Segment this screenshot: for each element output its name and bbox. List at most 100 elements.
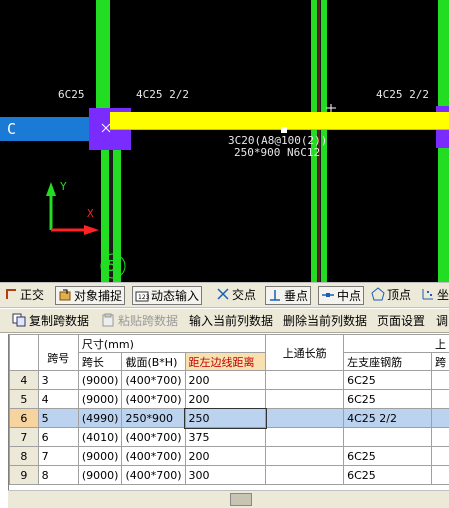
span-mid-cell[interactable] [431,447,449,466]
ortho-icon [4,287,18,301]
span-mid-cell[interactable] [431,371,449,390]
ucs-y-label: Y [60,180,67,193]
span-mid-cell[interactable] [431,428,449,447]
beam-yellow[interactable] [110,112,449,129]
header-span-mid[interactable]: 跨 [431,353,449,371]
table-row[interactable]: 76(4010)(400*700)375 [10,428,449,447]
span-length-cell[interactable]: (4010) [78,428,122,447]
left-support-cell[interactable] [344,428,432,447]
row-number-cell[interactable]: 8 [10,447,39,466]
row-number-cell[interactable]: 6 [10,409,39,428]
span-no-cell[interactable]: 6 [38,428,78,447]
header-section[interactable]: 截面(B*H) [122,353,185,371]
top-through-cell[interactable] [266,409,344,428]
span-mid-cell[interactable] [431,466,449,485]
section-cell[interactable]: (400*700) [122,371,185,390]
section-cell[interactable]: (400*700) [122,390,185,409]
midpoint-icon [321,288,335,302]
scrollbar-thumb[interactable] [230,493,252,506]
grid-action-toolbar: 复制跨数据 粘贴跨数据 输入当前列数据 删除当前列数据 页面设置 调 [0,309,449,333]
section-cell[interactable]: (400*700) [122,428,185,447]
edge-distance-cell[interactable]: 250 [185,409,266,428]
ortho-label: 正交 [20,288,44,302]
top-through-cell[interactable] [266,390,344,409]
object-snap-button[interactable]: 对象捕捉 [55,286,125,305]
ucs-x-label: X [87,207,94,220]
coordinate-button[interactable]: 坐 [421,286,449,305]
header-edge-distance[interactable]: 距左边线距离 [185,353,266,371]
row-number-cell[interactable]: 4 [10,371,39,390]
table-header-row-1: 跨号 尺寸(mm) 上通长筋 上 [10,335,449,353]
table-row[interactable]: 65(4990)250*900250 4C25 2/2 [10,409,449,428]
copy-span-data-label: 复制跨数据 [29,314,89,328]
left-support-cell[interactable]: 6C25 [344,371,432,390]
vertex-label: 顶点 [387,288,411,302]
horizontal-scrollbar[interactable] [8,490,449,508]
delete-column-data-button[interactable]: 删除当前列数据 [283,312,367,330]
dynamic-input-icon: 123 [135,288,149,302]
span-no-cell[interactable]: 3 [38,371,78,390]
header-span-length[interactable]: 跨长 [78,353,122,371]
left-support-cell[interactable]: 6C25 [344,390,432,409]
span-length-cell[interactable]: (9000) [78,447,122,466]
ortho-button[interactable]: 正交 [4,286,44,305]
rebar-label-left: 6C25 [58,88,85,101]
section-cell[interactable]: (400*700) [122,466,185,485]
cad-drawing-canvas[interactable]: 6C25 4C25 2/2 4C25 2/2 3C20(A8@100(2)) 2… [0,0,449,282]
adjust-button[interactable]: 调 [436,312,448,330]
span-mid-cell[interactable] [431,409,449,428]
input-column-data-button[interactable]: 输入当前列数据 [189,312,273,330]
span-length-cell[interactable]: (9000) [78,466,122,485]
top-through-cell[interactable] [266,371,344,390]
page-setup-button[interactable]: 页面设置 [377,312,425,330]
top-through-cell[interactable] [266,466,344,485]
adjust-label: 调 [436,314,448,328]
object-snap-icon [58,288,72,302]
span-no-cell[interactable]: 8 [38,466,78,485]
section-cell[interactable]: 250*900 [122,409,185,428]
header-left-support[interactable]: 左支座钢筋 [344,353,432,371]
left-support-cell[interactable]: 6C25 [344,466,432,485]
intersection-button[interactable]: 交点 [216,286,256,305]
object-snap-label: 对象捕捉 [74,289,122,303]
copy-span-data-button[interactable]: 复制跨数据 [12,312,89,330]
row-number-cell[interactable]: 5 [10,390,39,409]
table-row[interactable]: 87(9000)(400*700)200 6C25 [10,447,449,466]
edge-distance-cell[interactable]: 200 [185,390,266,409]
edge-distance-cell[interactable]: 375 [185,428,266,447]
section-cell[interactable]: (400*700) [122,447,185,466]
span-length-cell[interactable]: (9000) [78,371,122,390]
paste-span-data-button[interactable]: 粘贴跨数据 [101,312,178,330]
perpendicular-button[interactable]: 垂点 [265,286,311,305]
table-row[interactable]: 43(9000)(400*700)200 6C25 [10,371,449,390]
header-top-group: 上 [344,335,449,353]
input-column-data-label: 输入当前列数据 [189,314,273,328]
header-span-no[interactable]: 跨号 [38,335,78,371]
midpoint-button[interactable]: 中点 [318,286,364,305]
header-top-through[interactable]: 上通长筋 [266,335,344,371]
span-no-cell[interactable]: 7 [38,447,78,466]
table-row[interactable]: 98(9000)(400*700)300 6C25 [10,466,449,485]
span-no-cell[interactable]: 4 [38,390,78,409]
dynamic-input-button[interactable]: 123动态输入 [132,286,202,305]
beam-label-line2: 250*900 N6C12 [234,146,320,159]
row-number-cell[interactable]: 9 [10,466,39,485]
dynamic-input-label: 动态输入 [151,289,199,303]
table-row[interactable]: 54(9000)(400*700)200 6C25 [10,390,449,409]
left-support-cell[interactable]: 4C25 2/2 [344,409,432,428]
edge-distance-cell[interactable]: 200 [185,447,266,466]
page-setup-label: 页面设置 [377,314,425,328]
top-through-cell[interactable] [266,428,344,447]
span-table: 跨号 尺寸(mm) 上通长筋 上 跨长 截面(B*H) 距左边线距离 左支座钢筋… [9,334,449,485]
top-through-cell[interactable] [266,447,344,466]
left-support-cell[interactable]: 6C25 [344,447,432,466]
vertex-button[interactable]: 顶点 [371,286,411,305]
span-length-cell[interactable]: (9000) [78,390,122,409]
span-mid-cell[interactable] [431,390,449,409]
span-length-cell[interactable]: (4990) [78,409,122,428]
header-row-number-corner [10,335,39,371]
row-number-cell[interactable]: 7 [10,428,39,447]
edge-distance-cell[interactable]: 200 [185,371,266,390]
edge-distance-cell[interactable]: 300 [185,466,266,485]
span-no-cell[interactable]: 5 [38,409,78,428]
